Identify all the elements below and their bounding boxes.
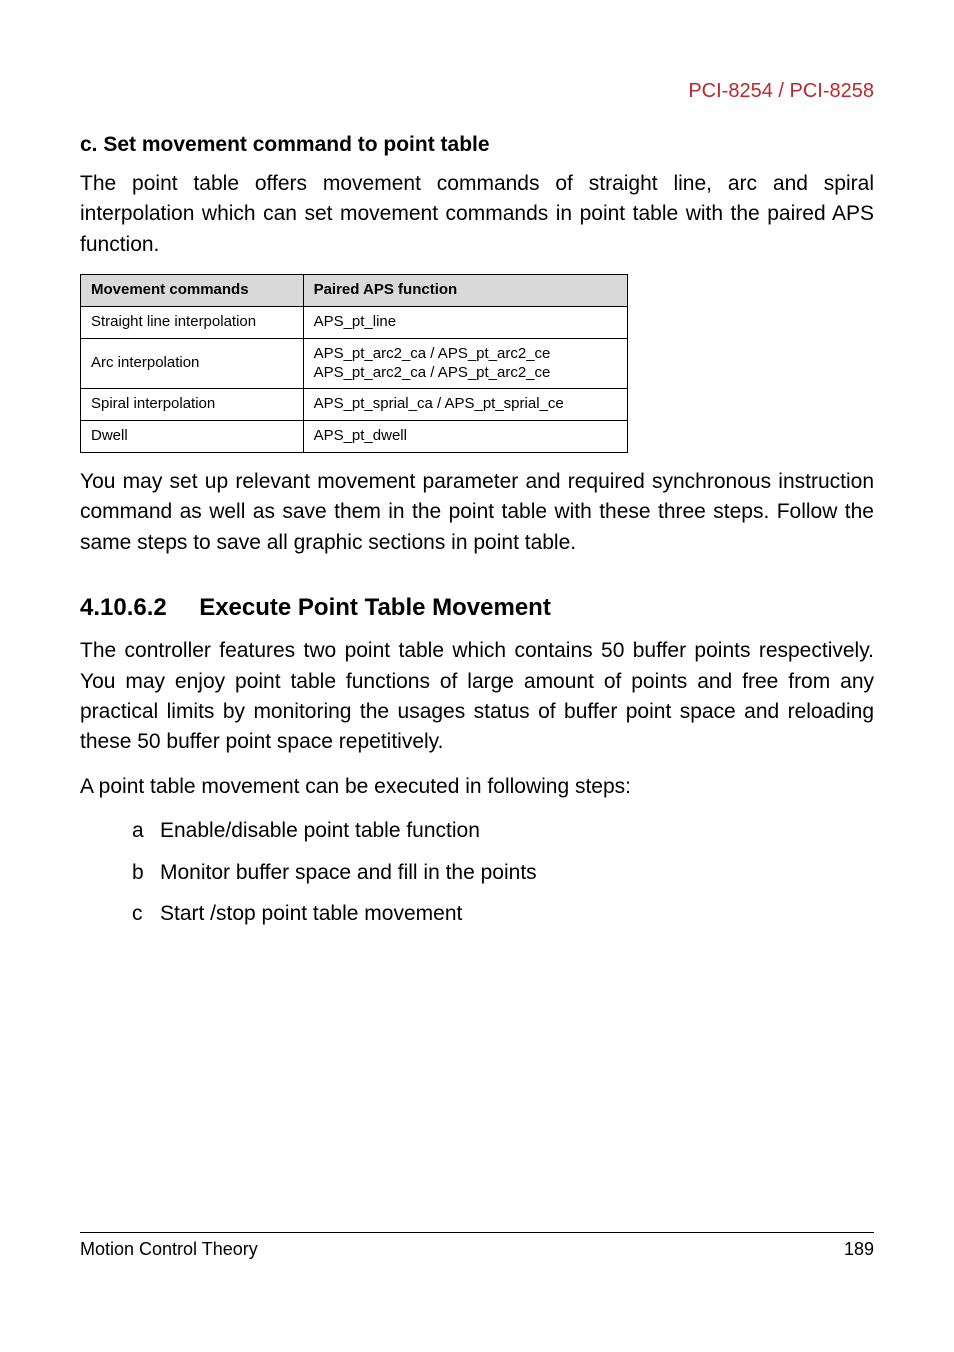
cell-movement: Straight line interpolation [81, 307, 304, 339]
subsection-para2: A point table movement can be executed i… [80, 772, 874, 802]
step-marker: c [132, 899, 143, 928]
steps-list: a Enable/disable point table function b … [80, 816, 874, 928]
list-item: b Monitor buffer space and fill in the p… [132, 858, 874, 887]
table-row: Dwell APS_pt_dwell [81, 421, 628, 453]
step-text: Monitor buffer space and fill in the poi… [160, 861, 537, 884]
step-text: Enable/disable point table function [160, 819, 480, 842]
th-paired-aps: Paired APS function [303, 275, 627, 307]
after-table-para: You may set up relevant movement paramet… [80, 467, 874, 558]
cell-movement: Dwell [81, 421, 304, 453]
list-item: c Start /stop point table movement [132, 899, 874, 928]
page-number: 189 [844, 1239, 874, 1260]
cell-aps: APS_pt_arc2_ca / APS_pt_arc2_ceAPS_pt_ar… [303, 338, 627, 389]
cell-aps: APS_pt_dwell [303, 421, 627, 453]
page-footer: Motion Control Theory 189 [80, 1232, 874, 1260]
step-marker: a [132, 816, 144, 845]
section-c-title: c. Set movement command to point table [80, 133, 874, 157]
subsection-title: Execute Point Table Movement [199, 594, 551, 621]
table-row: Spiral interpolation APS_pt_sprial_ca / … [81, 389, 628, 421]
table-row: Straight line interpolation APS_pt_line [81, 307, 628, 339]
subsection-number: 4.10.6.2 [80, 594, 167, 622]
th-movement-commands: Movement commands [81, 275, 304, 307]
list-item: a Enable/disable point table function [132, 816, 874, 845]
subsection-heading: 4.10.6.2 Execute Point Table Movement [80, 594, 874, 622]
cell-aps: APS_pt_sprial_ca / APS_pt_sprial_ce [303, 389, 627, 421]
footer-section: Motion Control Theory [80, 1239, 258, 1260]
section-c-para: The point table offers movement commands… [80, 169, 874, 260]
cell-movement: Spiral interpolation [81, 389, 304, 421]
product-header: PCI-8254 / PCI-8258 [80, 80, 874, 103]
step-marker: b [132, 858, 144, 887]
cell-aps: APS_pt_line [303, 307, 627, 339]
step-text: Start /stop point table movement [160, 902, 462, 925]
table-header-row: Movement commands Paired APS function [81, 275, 628, 307]
subsection-para1: The controller features two point table … [80, 636, 874, 758]
movement-table: Movement commands Paired APS function St… [80, 274, 628, 453]
table-row: Arc interpolation APS_pt_arc2_ca / APS_p… [81, 338, 628, 389]
cell-movement: Arc interpolation [81, 338, 304, 389]
